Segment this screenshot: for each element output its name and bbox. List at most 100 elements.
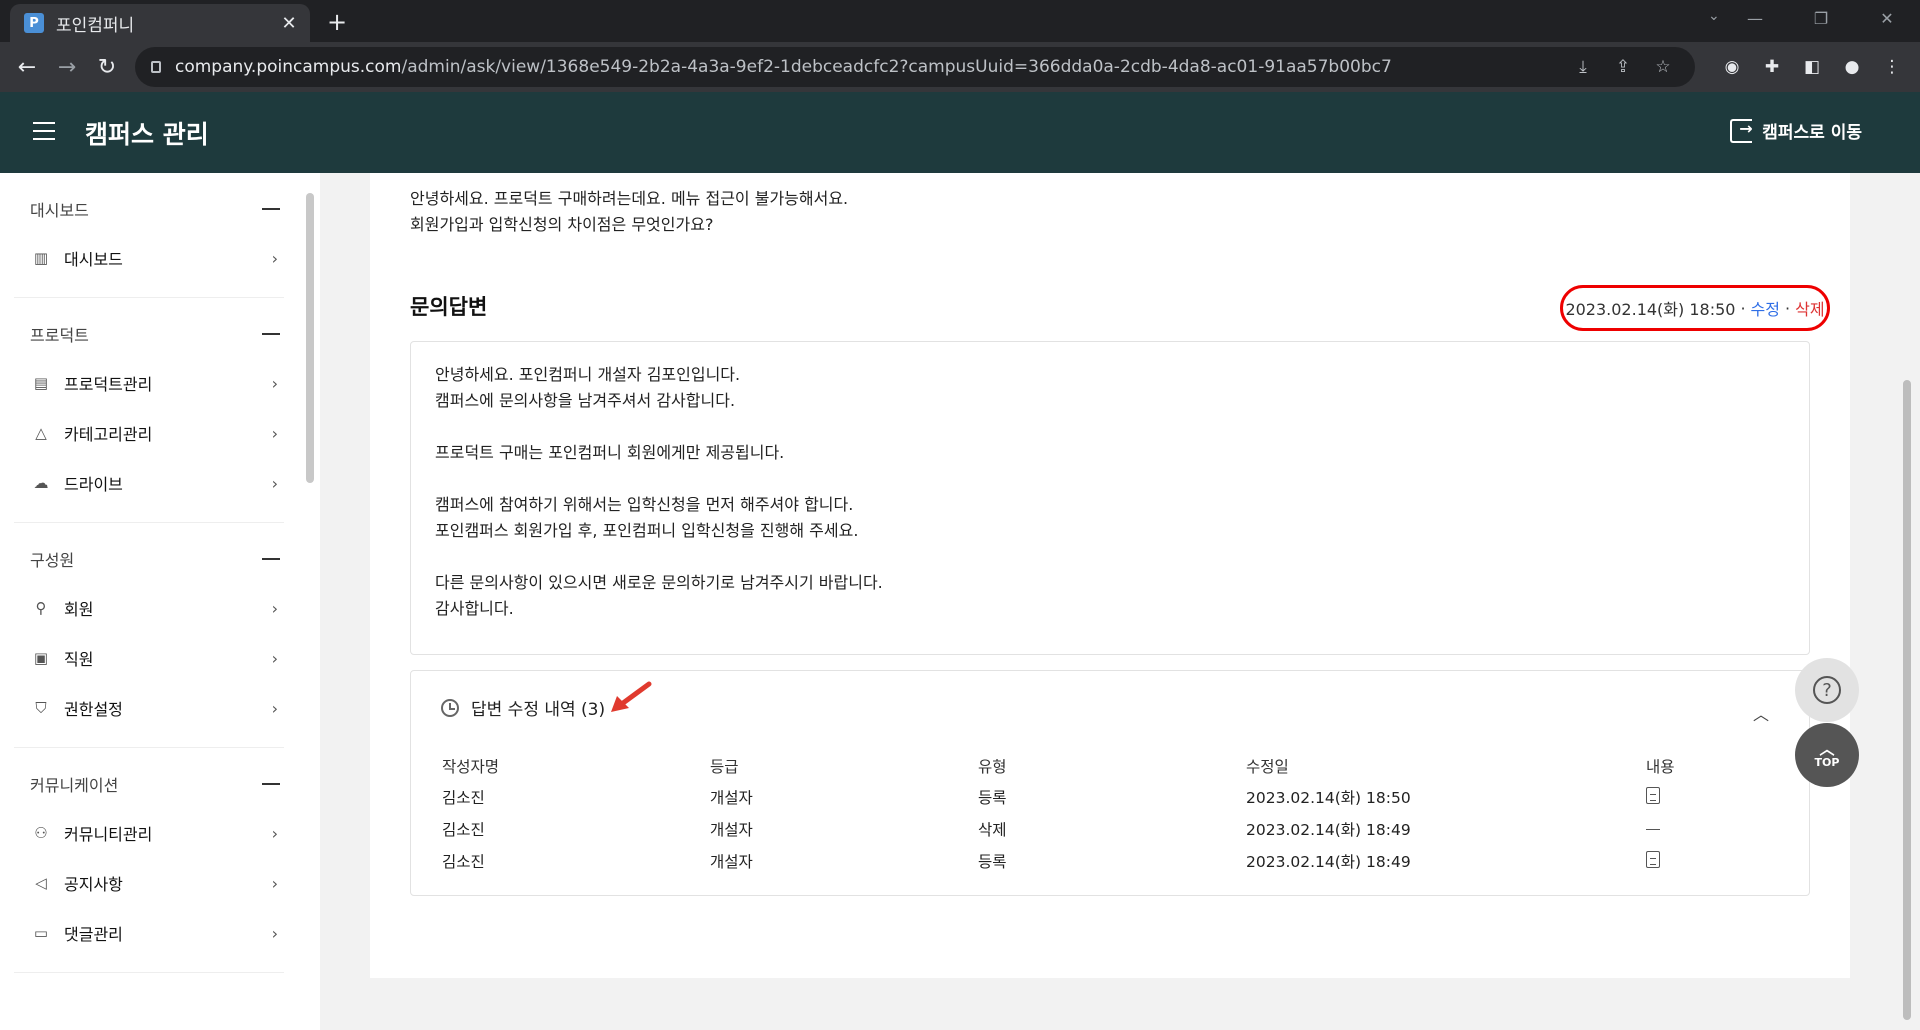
extensions-icon[interactable]: ✚ <box>1752 57 1792 77</box>
reload-icon[interactable]: ↻ <box>87 55 127 80</box>
answer-title: 문의답변 <box>410 295 488 319</box>
help-button[interactable]: ? <box>1795 658 1859 722</box>
answer-body: 안녕하세요. 포인컴퍼니 개설자 김포인입니다. 캠퍼스에 문의사항을 남겨주셔서… <box>410 341 1810 655</box>
tab-close-icon[interactable]: ✕ <box>278 13 300 34</box>
address-bar[interactable]: company.poincampus.com/admin/ask/view/13… <box>135 47 1695 87</box>
history-icon <box>441 698 459 717</box>
bar-chart-icon: ▥ <box>33 249 49 267</box>
chevron-up-icon[interactable]: ︿ <box>1753 701 1769 725</box>
comment-icon: ▭ <box>33 924 49 942</box>
sidebar-group-header[interactable]: 프로덕트 <box>14 310 284 358</box>
browser-tabbar: P 포인컴퍼니 ✕ + ⌄ — ❐ ✕ <box>0 0 1920 42</box>
chevron-right-icon: › <box>271 923 278 943</box>
cell-grade: 개설자 <box>710 789 753 807</box>
cell-grade: 개설자 <box>710 821 753 839</box>
document-icon[interactable] <box>1646 850 1660 868</box>
sidebar-item-permission[interactable]: ⛉ 권한설정 › <box>14 683 284 733</box>
scroll-top-button[interactable]: ︿ TOP <box>1795 723 1859 787</box>
hamburger-menu-icon[interactable] <box>33 122 55 146</box>
cell-author: 김소진 <box>442 789 485 807</box>
sidebar-item-category-manage[interactable]: △ 카테고리관리 › <box>14 408 284 458</box>
table-row: 김소진 개설자 등록 2023.02.14(화) 18:49 <box>441 845 1781 877</box>
cell-date: 2023.02.14(화) 18:50 <box>1246 789 1411 807</box>
cell-date: 2023.02.14(화) 18:49 <box>1246 821 1411 839</box>
cell-type: 등록 <box>978 789 1007 807</box>
sidebar-scrollbar[interactable] <box>306 193 314 483</box>
sidebar-group-header[interactable]: 커뮤니케이션 <box>14 760 284 808</box>
sidebar-item-comment[interactable]: ▭ 댓글관리 › <box>14 908 284 958</box>
goto-campus-button[interactable]: 캠퍼스로 이동 <box>1730 118 1862 143</box>
restore-icon[interactable]: ❐ <box>1788 0 1854 38</box>
cell-content <box>1645 781 1781 813</box>
sidebar-item-dashboard[interactable]: ▥ 대시보드 › <box>14 233 284 283</box>
collapse-icon[interactable] <box>262 783 280 785</box>
sidebar-group-header[interactable]: 구성원 <box>14 535 284 583</box>
minimize-icon[interactable]: — <box>1722 0 1788 38</box>
window-controls: — ❐ ✕ <box>1722 0 1920 38</box>
install-icon[interactable]: ⤓ <box>1563 57 1603 77</box>
answer-meta: 2023.02.14(화) 18:50 · 수정 · 삭제 <box>1560 285 1830 331</box>
category-icon: △ <box>35 424 47 442</box>
document-icon[interactable] <box>1646 786 1660 804</box>
sidebar-group-communication: 커뮤니케이션 ⚇ 커뮤니티관리 › ◁ 공지사항 › ▭ 댓글관리 › <box>14 760 284 973</box>
sidebar-item-notice[interactable]: ◁ 공지사항 › <box>14 858 284 908</box>
collapse-icon[interactable] <box>262 333 280 335</box>
new-tab-icon[interactable]: + <box>325 8 349 36</box>
app-title: 캠퍼스 관리 <box>85 120 209 149</box>
chevron-right-icon: › <box>271 698 278 718</box>
sidebar-group-product: 프로덕트 ▤ 프로덕트관리 › △ 카테고리관리 › ☁ 드라이브 › <box>14 310 284 523</box>
url-text: company.poincampus.com/admin/ask/view/13… <box>175 57 1392 77</box>
tab-title: 포인컴퍼니 <box>56 15 135 36</box>
member-search-icon: ⚲ <box>35 599 47 617</box>
column-header: 수정일 <box>1246 758 1289 776</box>
chevron-right-icon: › <box>271 423 278 443</box>
sidebar-item-drive[interactable]: ☁ 드라이브 › <box>14 458 284 508</box>
side-panel-icon[interactable]: ◧ <box>1792 57 1832 77</box>
bookmark-star-icon[interactable]: ☆ <box>1643 57 1683 77</box>
table-row: 김소진 개설자 등록 2023.02.14(화) 18:50 <box>441 781 1781 813</box>
table-header-row: 작성자명 등급 유형 수정일 내용 <box>441 751 1781 781</box>
menu-kebab-icon[interactable]: ⋮ <box>1872 57 1912 77</box>
staff-badge-icon: ▣ <box>33 649 49 667</box>
chevron-right-icon: › <box>271 473 278 493</box>
delete-answer-link[interactable]: 삭제 <box>1795 296 1824 320</box>
column-header: 유형 <box>978 758 1007 776</box>
back-icon[interactable]: ← <box>7 55 47 80</box>
history-header[interactable]: 답변 수정 내역 (3) <box>441 695 605 720</box>
column-header: 작성자명 <box>442 758 500 776</box>
dash-icon <box>1646 828 1660 831</box>
forward-icon[interactable]: → <box>47 55 87 80</box>
cell-content <box>1645 813 1781 845</box>
sidebar-group-dashboard: 대시보드 ▥ 대시보드 › <box>14 185 284 298</box>
sidebar-item-member[interactable]: ⚲ 회원 › <box>14 583 284 633</box>
cell-date: 2023.02.14(화) 18:49 <box>1246 853 1411 871</box>
column-header: 내용 <box>1646 758 1675 776</box>
browser-toolbar: ← → ↻ company.poincampus.com/admin/ask/v… <box>0 42 1920 92</box>
chevron-right-icon: › <box>271 823 278 843</box>
edit-answer-link[interactable]: 수정 <box>1751 296 1780 320</box>
camera-icon[interactable]: ◉ <box>1712 57 1752 77</box>
annotation-arrow-icon <box>611 681 652 712</box>
sidebar: 대시보드 ▥ 대시보드 › 프로덕트 ▤ 프로덕트관리 › △ 카테고리관리 ›… <box>0 173 320 1030</box>
collapse-icon[interactable] <box>262 558 280 560</box>
sidebar-group-header[interactable]: 대시보드 <box>14 185 284 233</box>
answer-paragraph: 다른 문의사항이 있으시면 새로운 문의하기로 남겨주시기 바랍니다. 감사합니다… <box>435 573 883 618</box>
window-close-icon[interactable]: ✕ <box>1854 0 1920 38</box>
sidebar-item-staff[interactable]: ▣ 직원 › <box>14 633 284 683</box>
community-icon: ⚇ <box>34 824 48 842</box>
exit-icon <box>1730 118 1753 143</box>
answer-history-panel: 답변 수정 내역 (3) ︿ 작성자명 등급 유형 수정일 내용 김소진 개설자… <box>410 670 1810 896</box>
collapse-icon[interactable] <box>262 208 280 210</box>
share-icon[interactable]: ⇪ <box>1603 57 1643 77</box>
shield-icon: ⛉ <box>35 699 47 717</box>
sidebar-item-product-manage[interactable]: ▤ 프로덕트관리 › <box>14 358 284 408</box>
chevron-right-icon: › <box>271 373 278 393</box>
cell-author: 김소진 <box>442 821 485 839</box>
profile-icon[interactable]: ● <box>1832 57 1872 77</box>
browser-tab[interactable]: P 포인컴퍼니 ✕ <box>10 4 310 42</box>
tab-search-icon[interactable]: ⌄ <box>1708 8 1720 24</box>
main-content: 안녕하세요. 프로덕트 구매하려는데요. 메뉴 접근이 불가능해서요. 회원가입… <box>320 173 1900 1030</box>
sidebar-item-community[interactable]: ⚇ 커뮤니티관리 › <box>14 808 284 858</box>
question-body: 안녕하세요. 프로덕트 구매하려는데요. 메뉴 접근이 불가능해서요. 회원가입… <box>410 189 849 234</box>
page-scrollbar[interactable] <box>1903 380 1911 1020</box>
